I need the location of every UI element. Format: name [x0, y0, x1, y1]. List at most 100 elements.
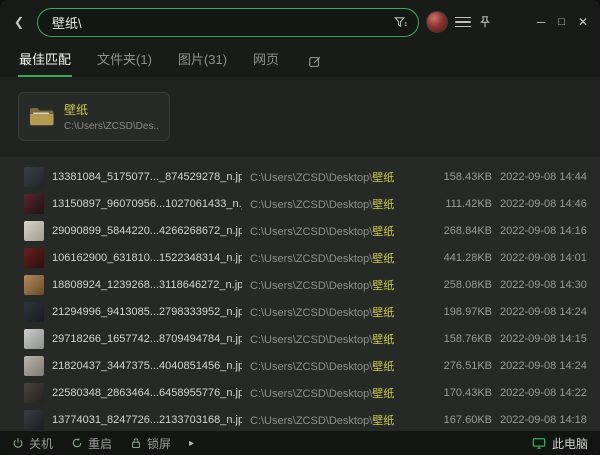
close-button[interactable]: ✕ — [578, 16, 588, 28]
file-path: C:\Users\ZCSD\Desktop\壁纸 — [250, 250, 428, 266]
file-path-prefix: C:\Users\ZCSD\Desktop\ — [250, 226, 372, 238]
file-list: 13381084_5175077..._874529278_n.jpg C:\U… — [0, 157, 600, 431]
search-window: ❮ ─ □ — [0, 0, 600, 455]
file-thumbnail — [24, 221, 44, 241]
file-date: 2022-09-08 14:15 — [500, 333, 595, 345]
file-thumbnail — [24, 194, 44, 214]
file-name: 18808924_1239268...3118646272_n.jpg — [52, 279, 242, 291]
file-name: 22580348_2863464...6458955776_n.jpg — [52, 387, 242, 399]
file-path-prefix: C:\Users\ZCSD\Desktop\ — [250, 253, 372, 265]
tab-images[interactable]: 图片(31) — [177, 42, 228, 77]
restart-icon — [71, 437, 83, 449]
lock-label: 锁屏 — [147, 435, 171, 452]
file-size: 158.43KB — [436, 171, 492, 183]
top-bar: ❮ ─ □ — [0, 0, 600, 44]
file-name: 29090899_5844220...4266268672_n.jpg — [52, 225, 242, 237]
file-path-prefix: C:\Users\ZCSD\Desktop\ — [250, 172, 372, 184]
hamburger-menu-icon[interactable] — [455, 17, 471, 28]
file-date: 2022-09-08 14:46 — [500, 198, 595, 210]
file-path: C:\Users\ZCSD\Desktop\壁纸 — [250, 277, 428, 293]
file-row[interactable]: 13150897_96070956...1027061433_n.jpg C:\… — [0, 190, 600, 217]
file-row[interactable]: 13381084_5175077..._874529278_n.jpg C:\U… — [0, 163, 600, 190]
file-path: C:\Users\ZCSD\Desktop\壁纸 — [250, 358, 428, 374]
this-pc-label: 此电脑 — [552, 435, 588, 452]
file-row[interactable]: 22580348_2863464...6458955776_n.jpg C:\U… — [0, 379, 600, 406]
file-path: C:\Users\ZCSD\Desktop\壁纸 — [250, 412, 428, 428]
minimize-button[interactable]: ─ — [537, 16, 546, 28]
file-path: C:\Users\ZCSD\Desktop\壁纸 — [250, 331, 428, 347]
file-path-prefix: C:\Users\ZCSD\Desktop\ — [250, 388, 372, 400]
file-name: 21294996_9413085...2798333952_n.jpg — [52, 306, 242, 318]
shutdown-label: 关机 — [29, 435, 53, 452]
folder-card-text: 壁纸 C:\Users\ZCSD\Des... — [64, 101, 159, 132]
file-path-highlight: 壁纸 — [372, 388, 394, 400]
file-path-highlight: 壁纸 — [372, 415, 394, 427]
file-path-prefix: C:\Users\ZCSD\Desktop\ — [250, 361, 372, 373]
file-path-highlight: 壁纸 — [372, 334, 394, 346]
file-name: 13381084_5175077..._874529278_n.jpg — [52, 171, 242, 183]
tab-web[interactable]: 网页 — [252, 42, 280, 77]
file-name: 21820437_3447375...4040851456_n.jpg — [52, 360, 242, 372]
file-path: C:\Users\ZCSD\Desktop\壁纸 — [250, 385, 428, 401]
file-row[interactable]: 106162900_631810...1522348314_n.jpg C:\U… — [0, 244, 600, 271]
search-input[interactable] — [52, 15, 385, 30]
search-box — [37, 8, 419, 37]
file-size: 167.60KB — [436, 414, 492, 426]
this-pc-button[interactable]: 此电脑 — [532, 435, 588, 452]
file-row[interactable]: 13774031_8247726...2133703168_n.jpg C:\U… — [0, 406, 600, 431]
restart-label: 重启 — [88, 435, 112, 452]
pin-icon[interactable] — [478, 15, 492, 29]
file-date: 2022-09-08 14:22 — [500, 387, 595, 399]
user-avatar[interactable] — [426, 11, 448, 33]
file-name: 29718266_1657742...8709494784_n.jpg — [52, 333, 242, 345]
file-name: 106162900_631810...1522348314_n.jpg — [52, 252, 242, 264]
restart-button[interactable]: 重启 — [71, 435, 112, 452]
shutdown-button[interactable]: 关机 — [12, 435, 53, 452]
file-path-highlight: 壁纸 — [372, 307, 394, 319]
file-thumbnail — [24, 302, 44, 322]
file-path-highlight: 壁纸 — [372, 253, 394, 265]
file-thumbnail — [24, 329, 44, 349]
maximize-icon: □ — [558, 17, 565, 28]
file-path-highlight: 壁纸 — [372, 226, 394, 238]
file-date: 2022-09-08 14:44 — [500, 171, 595, 183]
best-match-section: 壁纸 C:\Users\ZCSD\Des... — [0, 77, 600, 157]
footer-bar: 关机 重启 锁屏 ▸ — [0, 431, 600, 455]
file-size: 198.97KB — [436, 306, 492, 318]
filter-icon[interactable] — [393, 15, 408, 30]
back-button[interactable]: ❮ — [8, 11, 30, 33]
file-size: 111.42KB — [436, 198, 492, 210]
file-size: 441.28KB — [436, 252, 492, 264]
file-date: 2022-09-08 14:24 — [500, 360, 595, 372]
window-controls: ─ □ ✕ — [537, 16, 588, 28]
file-date: 2022-09-08 14:18 — [500, 414, 595, 426]
file-row[interactable]: 21294996_9413085...2798333952_n.jpg C:\U… — [0, 298, 600, 325]
file-row[interactable]: 29090899_5844220...4266268672_n.jpg C:\U… — [0, 217, 600, 244]
close-icon: ✕ — [578, 16, 588, 28]
best-match-folder-card[interactable]: 壁纸 C:\Users\ZCSD\Des... — [18, 92, 170, 141]
file-row[interactable]: 18808924_1239268...3118646272_n.jpg C:\U… — [0, 271, 600, 298]
file-thumbnail — [24, 410, 44, 430]
maximize-button[interactable]: □ — [558, 17, 565, 28]
tab-folders[interactable]: 文件夹(1) — [96, 42, 153, 77]
back-chevron-icon: ❮ — [14, 16, 24, 28]
folder-name: 壁纸 — [64, 101, 159, 118]
file-row[interactable]: 21820437_3447375...4040851456_n.jpg C:\U… — [0, 352, 600, 379]
file-size: 158.76KB — [436, 333, 492, 345]
power-icon — [12, 437, 24, 449]
lock-icon — [130, 437, 142, 449]
computer-icon — [532, 437, 546, 450]
file-thumbnail — [24, 167, 44, 187]
file-thumbnail — [24, 275, 44, 295]
file-size: 170.43KB — [436, 387, 492, 399]
file-path-prefix: C:\Users\ZCSD\Desktop\ — [250, 334, 372, 346]
file-thumbnail — [24, 248, 44, 268]
file-size: 276.51KB — [436, 360, 492, 372]
expand-arrow-icon[interactable]: ▸ — [189, 438, 194, 449]
edit-icon[interactable] — [308, 55, 322, 77]
tab-best-match[interactable]: 最佳匹配 — [18, 42, 72, 77]
file-row[interactable]: 29718266_1657742...8709494784_n.jpg C:\U… — [0, 325, 600, 352]
lock-screen-button[interactable]: 锁屏 — [130, 435, 171, 452]
file-date: 2022-09-08 14:16 — [500, 225, 595, 237]
file-date: 2022-09-08 14:24 — [500, 306, 595, 318]
